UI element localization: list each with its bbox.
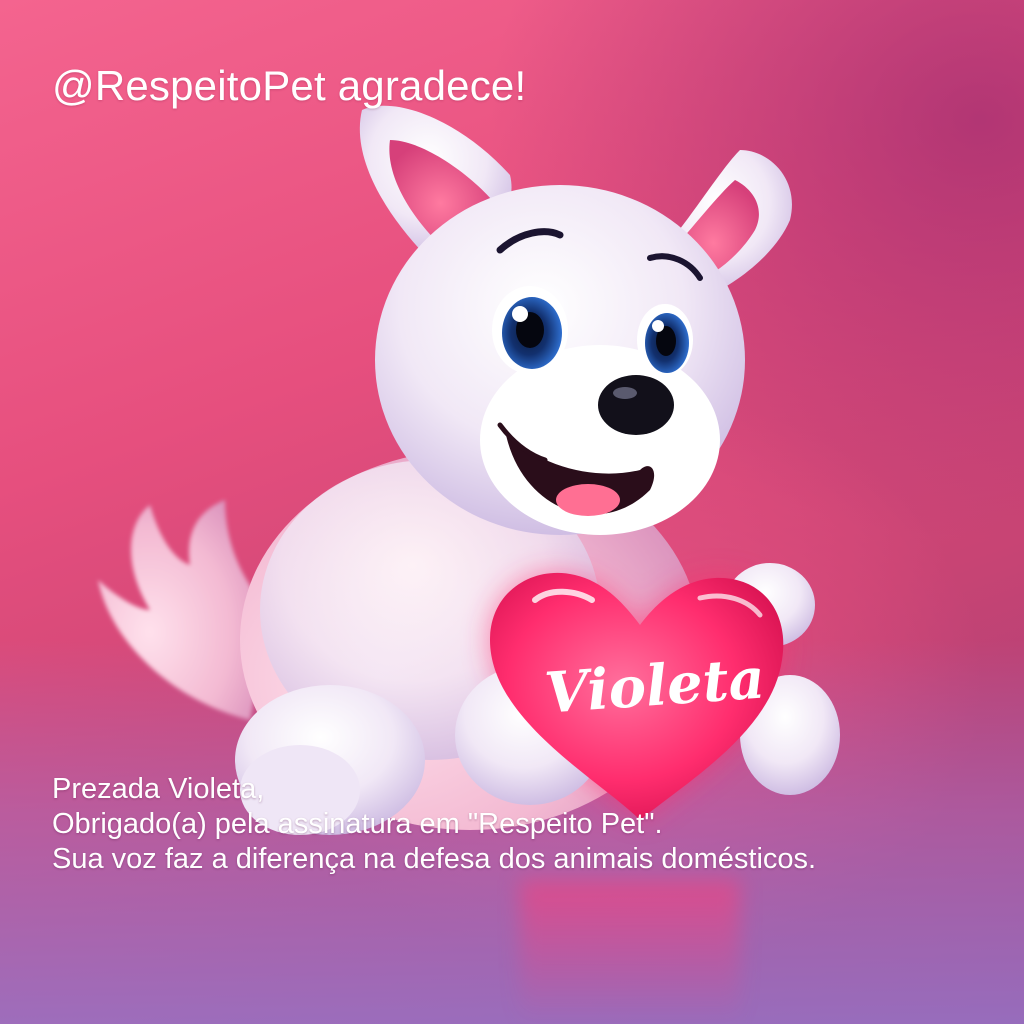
message-line-2: Sua voz faz a diferença na defesa dos an… [52,843,817,875]
background-scene: Violeta @RespeitoPet agradece! Prezada V… [0,0,1024,1024]
thank-you-message: Prezada Violeta, Obrigado(a) pela assina… [52,772,992,877]
puppy-head [359,105,792,535]
message-greeting: Prezada Violeta, [52,773,265,805]
page-title: @RespeitoPet agradece! [52,62,527,109]
message-line-1: Obrigado(a) pela assinatura em "Respeito… [52,808,663,840]
